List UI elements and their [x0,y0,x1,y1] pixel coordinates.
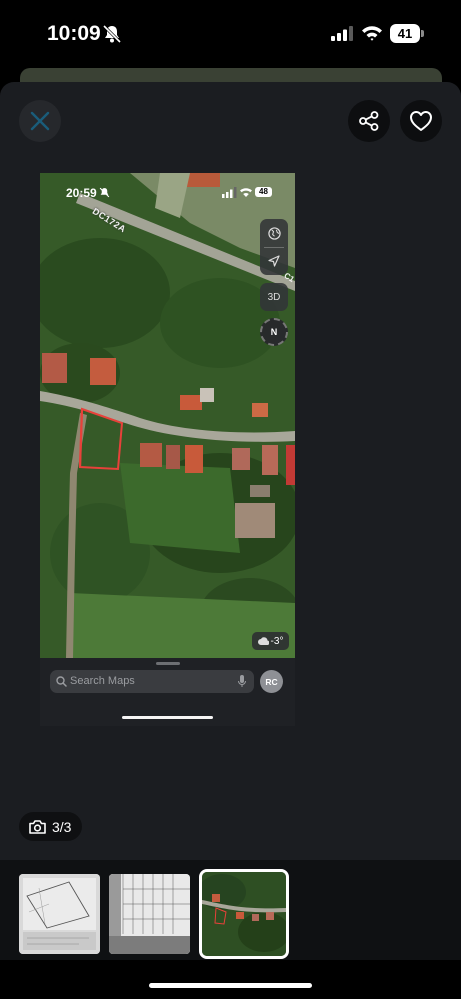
map-controls [260,219,288,275]
battery-icon: 41 [390,24,424,43]
close-icon [30,111,50,131]
weather-badge: -3° [252,632,289,650]
wifi-icon [362,26,382,41]
photo-counter: 3/3 [19,812,82,841]
camera-icon [29,819,46,834]
document-thumbnail-image [109,874,190,954]
panel-grabber[interactable] [156,662,180,665]
inner-home-indicator [122,716,213,719]
home-indicator [149,983,312,988]
location-arrow-icon [268,255,280,267]
cellular-signal-icon [331,26,353,41]
maps-bottom-panel: Search Maps RC [40,658,295,726]
status-time: 10:09 [47,22,101,45]
share-icon [359,111,379,131]
cloud-icon [257,637,269,645]
map-thumbnail-image [202,872,286,956]
3d-button[interactable]: 3D [260,283,288,311]
search-maps-field[interactable]: Search Maps [50,670,254,693]
inner-bell-slash-icon [99,187,110,198]
weather-temperature: -3° [270,635,284,647]
thumbnail-document[interactable] [109,874,190,954]
thumbnail-plot-plan[interactable] [19,874,100,954]
close-button[interactable] [19,100,61,142]
inner-time: 20:59 [66,186,97,200]
plot-plan-thumbnail-image [19,874,100,954]
thumbnail-map-selected[interactable] [199,869,289,959]
location-button[interactable] [260,247,288,275]
inner-status-bar: 20:59 48 [40,173,295,213]
battery-level: 41 [390,24,420,43]
share-button[interactable] [348,100,390,142]
globe-icon [267,226,281,240]
photo-counter-text: 3/3 [52,818,72,835]
favorite-button[interactable] [400,100,442,142]
compass-button[interactable]: N [260,318,288,346]
bell-slash-icon [102,24,122,44]
search-icon [56,676,67,687]
heart-icon [410,111,432,131]
status-bar: 10:09 41 [0,0,461,70]
map-style-button[interactable] [260,219,288,247]
microphone-icon [238,675,246,687]
main-photo[interactable]: 20:59 48 DC172A C1 3D N -3° Search Maps … [40,173,295,726]
avatar[interactable]: RC [260,670,283,693]
inner-battery: 48 [255,187,272,197]
search-placeholder: Search Maps [70,675,135,687]
compass-label: N [270,327,278,337]
